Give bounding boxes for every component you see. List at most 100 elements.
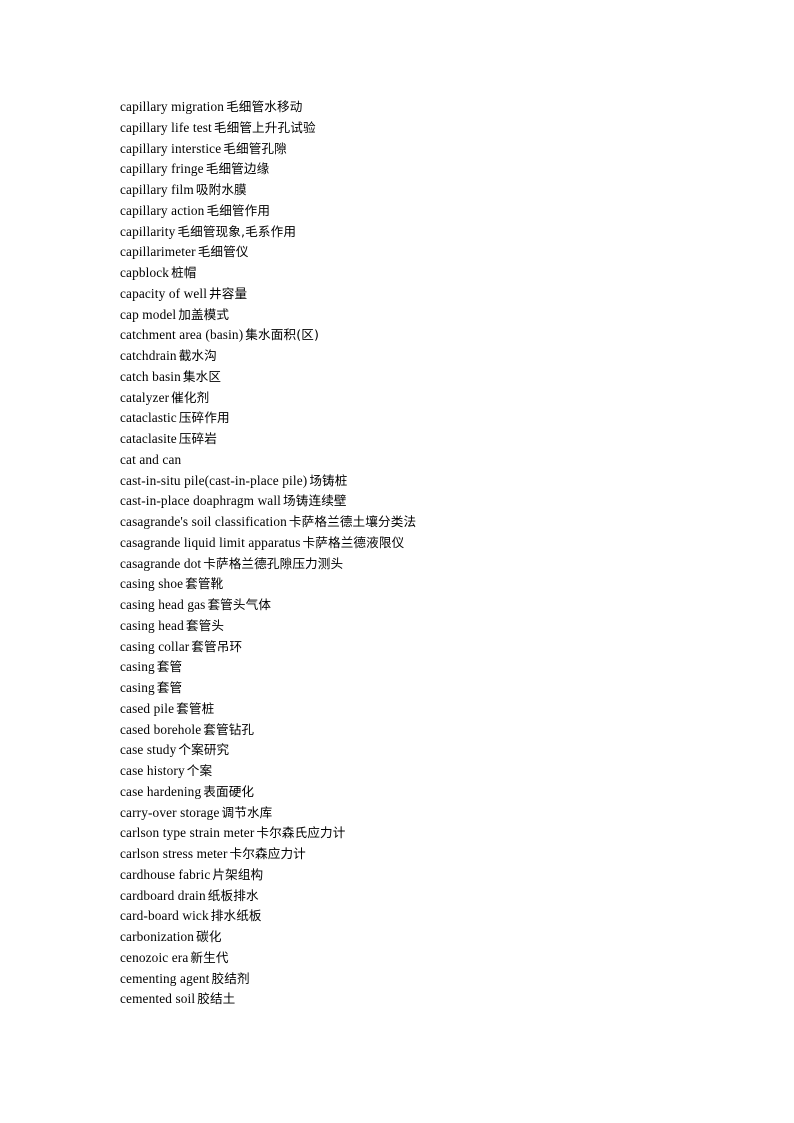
entry-gloss: 胶结土	[197, 991, 236, 1007]
glossary-entry: catchment area (basin) 集水面积(区)	[120, 325, 734, 346]
entry-gloss: 胶结剂	[211, 970, 250, 986]
entry-gloss: 卡萨格兰德孔隙压力测头	[203, 555, 344, 571]
glossary-entry: carry-over storage 调节水库	[120, 803, 734, 824]
entry-gloss: 毛细管仪	[197, 244, 249, 260]
glossary-entry: carlson stress meter 卡尔森应力计	[120, 844, 734, 865]
glossary-entry: cataclastic 压碎作用	[120, 408, 734, 429]
entry-gloss: 套管桩	[176, 700, 215, 716]
entry-gloss: 表面硬化	[203, 783, 255, 799]
glossary-entry: cast-in-place doaphragm wall 场铸连续壁	[120, 491, 734, 512]
entry-term: catalyzer	[120, 389, 170, 405]
glossary-entry: casing shoe 套管靴	[120, 574, 734, 595]
glossary-entry: card-board wick 排水纸板	[120, 906, 734, 927]
glossary-entry: cardhouse fabric 片架组构	[120, 865, 734, 886]
entry-term: carlson stress meter	[120, 846, 228, 861]
glossary-entry: cementing agent 胶结剂	[120, 969, 734, 990]
glossary-entry: catchdrain 截水沟	[120, 346, 734, 367]
entry-term: cataclasite	[120, 431, 177, 446]
entry-gloss: 毛细管孔隙	[223, 140, 287, 156]
entry-term: capillarimeter	[120, 244, 196, 260]
entry-gloss: 催化剂	[171, 389, 210, 405]
glossary-entry: capillary interstice 毛细管孔隙	[120, 139, 734, 160]
entry-term: card-board wick	[120, 908, 209, 924]
glossary-entry: capillarity 毛细管现象,毛系作用	[120, 222, 734, 243]
glossary-entry: casing head 套管头	[120, 616, 734, 637]
entry-term: cased pile	[120, 700, 175, 716]
glossary-entry: cap model 加盖模式	[120, 305, 734, 326]
entry-term: capillary migration	[120, 99, 225, 114]
glossary-entry: cast-in-situ pile(cast-in-place pile) 场铸桩	[120, 471, 734, 492]
entry-term: case study	[120, 742, 177, 758]
entry-gloss: 集水面积(区)	[245, 327, 320, 343]
entry-gloss: 井容量	[209, 285, 248, 301]
entry-gloss: 截水沟	[178, 348, 217, 363]
entry-gloss: 压碎作用	[178, 410, 230, 426]
entry-term: capillary life test	[120, 119, 212, 135]
entry-gloss: 碳化	[196, 929, 222, 944]
entry-term: cast-in-place doaphragm wall	[120, 493, 282, 509]
entry-gloss: 套管钻孔	[203, 721, 255, 737]
glossary-entry: carlson type strain meter 卡尔森氏应力计	[120, 823, 734, 844]
entry-term: casing	[120, 680, 155, 695]
entry-gloss: 套管吊环	[191, 638, 243, 654]
glossary-entry: casing 套管	[120, 657, 734, 678]
glossary-entry: capblock 桩帽	[120, 263, 734, 284]
glossary-entry: carbonization 碳化	[120, 927, 734, 948]
entry-gloss: 加盖模式	[178, 306, 230, 322]
entry-term: cardhouse fabric	[120, 866, 211, 882]
entry-term: cap model	[120, 306, 177, 322]
glossary-entry: catch basin 集水区	[120, 367, 734, 388]
glossary-entry: casing 套管	[120, 678, 734, 699]
entry-term: case hardening	[120, 783, 202, 799]
entry-gloss: 集水区	[182, 368, 222, 384]
entry-term: casing collar	[120, 638, 190, 654]
entry-gloss: 毛细管上升孔试验	[213, 119, 316, 135]
entry-term: catchdrain	[120, 348, 177, 363]
glossary-entry: cased borehole 套管钻孔	[120, 720, 734, 741]
entry-gloss: 个案研究	[178, 742, 230, 758]
entry-gloss: 场铸连续壁	[283, 493, 347, 509]
document-page: capillary migration 毛细管水移动 capillary life …	[0, 0, 794, 1123]
glossary-entry: cataclasite 压碎岩	[120, 429, 734, 450]
entry-gloss: 套管头气体	[207, 597, 272, 612]
glossary-entry: cat and can	[120, 450, 734, 471]
glossary-entry: casing collar 套管吊环	[120, 637, 734, 658]
glossary-entry: capacity of well 井容量	[120, 284, 734, 305]
entry-term: capblock	[120, 265, 170, 280]
glossary-entry-list: capillary migration 毛细管水移动 capillary life …	[120, 97, 734, 1010]
entry-term: capillary film	[120, 182, 194, 197]
glossary-entry: cased pile 套管桩	[120, 699, 734, 720]
entry-gloss: 调节水库	[221, 804, 273, 820]
entry-term: carlson type strain meter	[120, 825, 255, 841]
entry-gloss: 卡尔森氏应力计	[256, 825, 346, 841]
entry-term: casagrande's soil classification	[120, 514, 287, 529]
glossary-entry: capillary life test 毛细管上升孔试验	[120, 118, 734, 139]
entry-term: capillary fringe	[120, 161, 204, 177]
entry-term: cataclastic	[120, 410, 177, 426]
entry-term: catchment area (basin)	[120, 327, 244, 343]
entry-gloss: 排水纸板	[210, 908, 262, 924]
entry-term: cardboard drain	[120, 887, 206, 903]
glossary-entry: capillary film 吸附水膜	[120, 180, 734, 201]
entry-gloss: 套管头	[185, 617, 225, 633]
entry-gloss: 套管靴	[185, 576, 224, 592]
entry-gloss: 卡萨格兰德土壤分类法	[288, 514, 417, 529]
entry-term: casagrande liquid limit apparatus	[120, 534, 301, 550]
entry-term: capillarity	[120, 223, 176, 239]
entry-gloss: 场铸桩	[309, 472, 348, 488]
glossary-entry: casagrande liquid limit apparatus 卡萨格兰德液限…	[120, 533, 734, 554]
entry-gloss: 新生代	[190, 949, 229, 965]
entry-gloss: 套管	[156, 659, 183, 675]
entry-term: catch basin	[120, 368, 181, 384]
glossary-entry: cardboard drain 纸板排水	[120, 886, 734, 907]
glossary-entry: case study 个案研究	[120, 740, 734, 761]
entry-term: carbonization	[120, 929, 195, 944]
entry-gloss: 套管	[156, 680, 183, 695]
entry-term: cenozoic era	[120, 949, 189, 965]
entry-term: casing head gas	[120, 597, 206, 612]
entry-gloss: 毛细管边缘	[205, 161, 270, 177]
entry-gloss: 吸附水膜	[195, 182, 247, 197]
entry-term: cast-in-situ pile(cast-in-place pile)	[120, 472, 308, 488]
glossary-entry: cemented soil 胶结土	[120, 989, 734, 1010]
glossary-entry: case history 个案	[120, 761, 734, 782]
